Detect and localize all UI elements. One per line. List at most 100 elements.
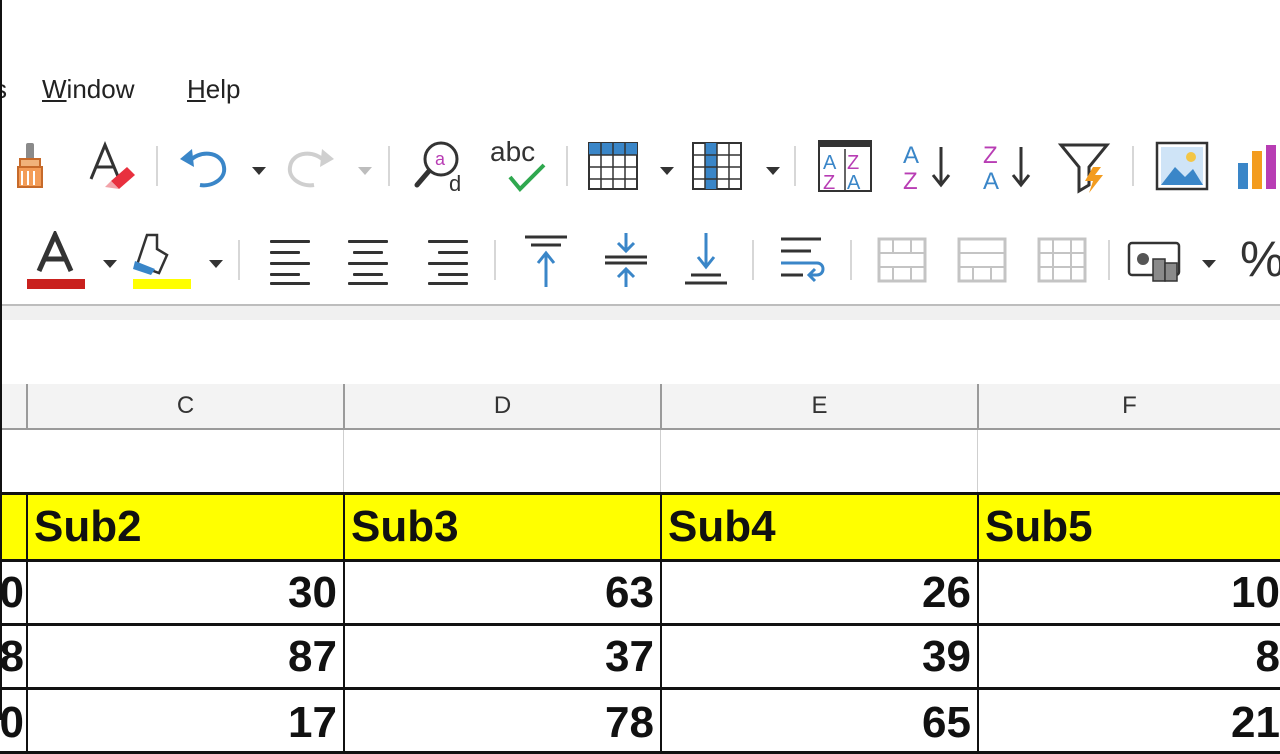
svg-text:Z: Z xyxy=(847,152,859,174)
align-left-icon xyxy=(266,236,314,285)
menu-bar: s Window Help xyxy=(0,60,1280,116)
cell-b-row3[interactable]: 0 xyxy=(0,690,28,754)
cell-text: 65 xyxy=(922,698,971,747)
cell-text: 26 xyxy=(922,567,971,617)
column-header-f[interactable]: F xyxy=(979,384,1280,430)
wrap-text-button[interactable] xyxy=(772,230,834,290)
column-dropdown-arrow[interactable] xyxy=(766,167,780,175)
unmerge-cells-icon xyxy=(1037,237,1087,283)
filter-funnel-icon xyxy=(1057,143,1111,194)
cell-b-row2[interactable]: 8 xyxy=(0,626,28,690)
sort-descending-button[interactable]: Z A xyxy=(976,136,1040,196)
grid-line xyxy=(343,430,344,492)
currency-icon xyxy=(1127,241,1181,282)
cell-text: 39 xyxy=(922,631,971,681)
column-header-c[interactable]: C xyxy=(28,384,345,430)
insert-chart-button[interactable] xyxy=(1234,138,1280,194)
sort-ascending-icon: A Z xyxy=(903,142,951,195)
cell-text: 37 xyxy=(605,631,654,681)
merge-cells-button[interactable] xyxy=(952,230,1012,290)
cell-header-sub4[interactable]: Sub4 xyxy=(662,495,979,562)
row-dropdown-arrow[interactable] xyxy=(660,167,674,175)
menu-help-rest: elp xyxy=(205,74,241,104)
cell-text: 87 xyxy=(288,631,337,681)
grid-line xyxy=(660,430,661,492)
redo-dropdown-arrow[interactable] xyxy=(358,167,372,175)
clear-formatting-icon xyxy=(89,141,135,189)
spelling-button[interactable]: abc xyxy=(488,134,550,196)
cell-f-row2[interactable]: 8 xyxy=(979,626,1280,690)
cell-e-row3[interactable]: 65 xyxy=(662,690,979,754)
undo-button[interactable] xyxy=(174,138,234,194)
cell-f-row1[interactable]: 10 xyxy=(979,562,1280,626)
column-header-b[interactable] xyxy=(0,384,28,430)
toolbar-separator xyxy=(752,240,754,280)
cell-b-header[interactable] xyxy=(0,495,28,562)
sort-button[interactable]: A Z Z A xyxy=(814,136,876,196)
cell-text: 21 xyxy=(1231,698,1280,747)
toolbar-separator xyxy=(494,240,496,280)
autofilter-button[interactable] xyxy=(1056,136,1116,196)
find-replace-button[interactable]: a d xyxy=(410,134,474,196)
cell-header-sub5[interactable]: Sub5 xyxy=(979,495,1280,562)
cell-f-row3[interactable]: 21 xyxy=(979,690,1280,754)
redo-icon xyxy=(287,149,334,188)
insert-image-button[interactable] xyxy=(1152,138,1214,194)
font-color-dropdown-arrow[interactable] xyxy=(103,260,117,268)
insert-row-button[interactable] xyxy=(586,138,642,194)
highlighter-icon xyxy=(133,233,191,289)
currency-dropdown-arrow[interactable] xyxy=(1202,260,1216,268)
cell-e-row2[interactable]: 39 xyxy=(662,626,979,690)
toolbar-separator xyxy=(388,146,390,186)
format-percent-button[interactable]: % xyxy=(1240,230,1280,288)
menu-window[interactable]: Window xyxy=(42,74,134,105)
cell-b-row1[interactable]: 0 xyxy=(0,562,28,626)
column-label: F xyxy=(1122,392,1137,419)
highlighting-color-button[interactable] xyxy=(128,230,194,292)
cell-d-row1[interactable]: 63 xyxy=(345,562,662,626)
svg-text:Z: Z xyxy=(983,142,998,169)
merge-center-button[interactable] xyxy=(872,230,932,290)
align-right-icon xyxy=(424,236,472,285)
cell-c-row1[interactable]: 30 xyxy=(28,562,345,626)
column-header-d[interactable]: D xyxy=(345,384,662,430)
image-icon xyxy=(1155,141,1209,191)
column-label: C xyxy=(176,392,195,419)
align-top-button[interactable] xyxy=(516,230,576,290)
toolbar-separator xyxy=(794,146,796,186)
menu-help[interactable]: Help xyxy=(187,74,240,105)
align-center-button[interactable] xyxy=(340,232,396,288)
font-color-button[interactable] xyxy=(24,230,88,292)
clone-formatting-button[interactable] xyxy=(6,138,56,194)
insert-column-button[interactable] xyxy=(690,138,746,194)
center-vertically-button[interactable] xyxy=(596,230,656,290)
format-currency-button[interactable] xyxy=(1124,232,1188,290)
cell-c-row2[interactable]: 87 xyxy=(28,626,345,690)
formula-bar[interactable] xyxy=(0,320,1280,372)
cell-text: Sub5 xyxy=(985,502,1093,551)
clear-formatting-button[interactable] xyxy=(84,138,140,194)
align-bottom-button[interactable] xyxy=(676,230,736,290)
wrap-text-icon xyxy=(781,237,825,283)
font-color-icon xyxy=(27,231,85,289)
find-replace-icon: a d xyxy=(414,141,461,195)
align-left-button[interactable] xyxy=(262,232,318,288)
cell-text: 8 xyxy=(1255,631,1280,681)
unmerge-cells-button[interactable] xyxy=(1032,230,1092,290)
align-right-button[interactable] xyxy=(420,232,476,288)
column-header-e[interactable]: E xyxy=(662,384,979,430)
center-vertically-icon xyxy=(605,233,647,287)
toolbar-separator xyxy=(1132,146,1134,186)
cell-d-row2[interactable]: 37 xyxy=(345,626,662,690)
redo-button[interactable] xyxy=(280,138,340,194)
sort-ascending-button[interactable]: A Z xyxy=(896,136,960,196)
cell-e-row1[interactable]: 26 xyxy=(662,562,979,626)
cell-header-sub3[interactable]: Sub3 xyxy=(345,495,662,562)
svg-text:A: A xyxy=(823,152,837,174)
svg-text:a: a xyxy=(435,149,446,169)
undo-dropdown-arrow[interactable] xyxy=(252,167,266,175)
cell-d-row3[interactable]: 78 xyxy=(345,690,662,754)
cell-c-row3[interactable]: 17 xyxy=(28,690,345,754)
highlighting-dropdown-arrow[interactable] xyxy=(209,260,223,268)
cell-header-sub2[interactable]: Sub2 xyxy=(28,495,345,562)
